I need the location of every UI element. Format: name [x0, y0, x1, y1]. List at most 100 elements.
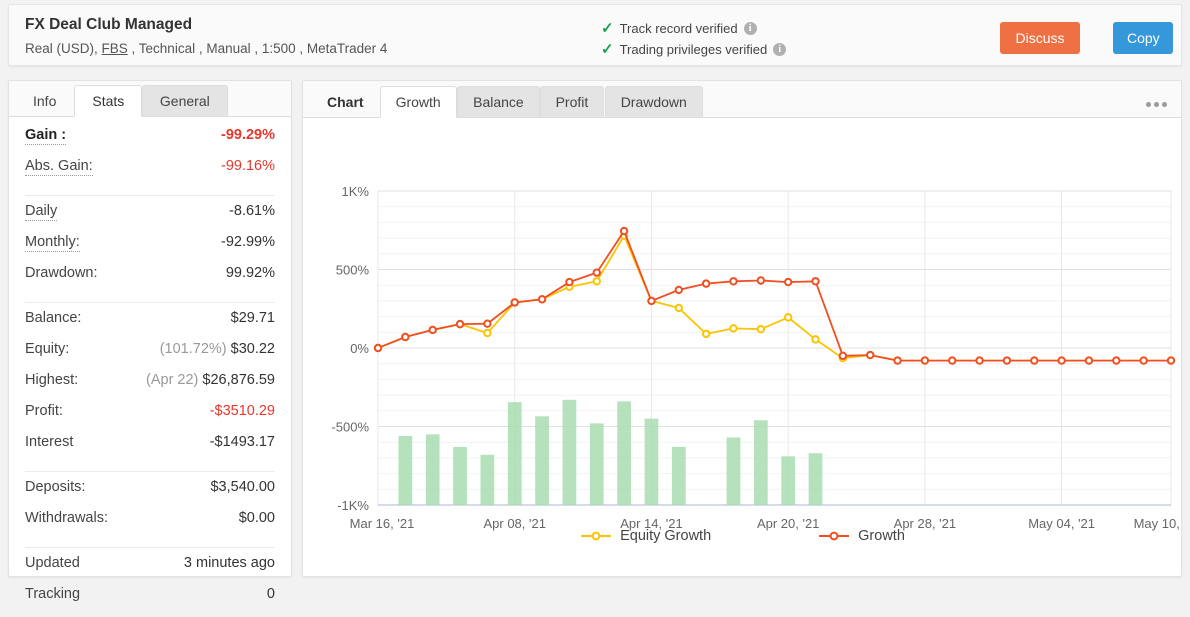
chart-point[interactable] — [647, 296, 656, 306]
stat-row: Highest: (Apr 22) $26,876.59 — [25, 372, 275, 403]
stat-row: Deposits: $3,540.00 — [25, 479, 275, 510]
legend-swatch-icon — [819, 531, 850, 541]
stats-tabs: Info Stats General — [9, 81, 291, 117]
chart-point[interactable] — [756, 276, 766, 285]
chart-point[interactable] — [1002, 356, 1012, 365]
track-record-verified-badge: ✓ Track record verified i — [601, 18, 786, 39]
chart-tab-drawdown[interactable]: Drawdown — [604, 86, 703, 118]
stat-row: Drawdown: 99.92% — [25, 265, 275, 296]
stat-value: $3,540.00 — [210, 479, 275, 495]
chart-point[interactable] — [1166, 356, 1176, 365]
stats-panel: Info Stats General Gain : -99.29% Abs. Gain:… — [8, 80, 292, 602]
chart-bar — [480, 454, 495, 505]
chart-point[interactable] — [783, 277, 793, 287]
stat-value-prefix: (Apr 22) — [146, 372, 203, 388]
chart-point[interactable] — [428, 325, 437, 335]
chart-point[interactable] — [701, 329, 711, 339]
stat-label[interactable]: Abs. Gain: — [25, 158, 93, 176]
stat-label[interactable]: Monthly: — [25, 234, 80, 252]
chart-point[interactable] — [619, 226, 629, 236]
chart-point[interactable] — [483, 328, 492, 338]
chart-bar — [507, 402, 522, 505]
chart-point[interactable] — [729, 277, 738, 286]
chart-point[interactable] — [893, 356, 902, 365]
chart-point[interactable] — [920, 356, 930, 365]
chart-point[interactable] — [866, 350, 875, 360]
stat-label: Updated — [25, 555, 80, 571]
chart-point[interactable] — [1057, 356, 1066, 365]
chart-point[interactable] — [1030, 356, 1039, 365]
chart-tabs: Chart Growth Balance Profit Drawdown — [303, 81, 1181, 118]
stat-label: Drawdown: — [25, 265, 98, 281]
stat-value: 0 — [266, 586, 275, 602]
divider — [25, 195, 275, 196]
chart-point[interactable] — [975, 356, 984, 365]
stats-tab-general[interactable]: General — [141, 85, 228, 117]
stat-label: Profit: — [25, 403, 63, 419]
stats-tab-stats[interactable]: Stats — [74, 85, 143, 117]
chart-point[interactable] — [701, 279, 711, 288]
chart-point[interactable] — [592, 268, 601, 277]
stat-value: -$1493.17 — [209, 434, 275, 450]
chart-tab-growth[interactable]: Growth — [379, 86, 457, 118]
info-icon[interactable]: i — [743, 22, 757, 35]
chart-bar — [453, 446, 467, 505]
legend-item-growth[interactable]: Growth — [819, 528, 905, 544]
stat-value-main: $30.22 — [230, 341, 275, 357]
divider — [25, 547, 275, 548]
stat-row: Monthly: -92.99% — [25, 234, 275, 265]
chart-point[interactable] — [783, 313, 793, 322]
chart-bar — [398, 435, 413, 505]
chart-point[interactable] — [811, 277, 820, 286]
chart-tab-chart[interactable]: Chart — [311, 86, 380, 118]
copy-button[interactable]: Copy — [1113, 22, 1173, 54]
chart-point[interactable] — [1112, 356, 1121, 365]
chart-point[interactable] — [373, 343, 383, 353]
chart-point[interactable] — [674, 303, 683, 313]
more-options-icon[interactable] — [1143, 94, 1167, 112]
stat-value: -99.29% — [220, 127, 275, 143]
chart-point[interactable] — [565, 277, 574, 287]
stat-value: (Apr 22) $26,876.59 — [146, 372, 275, 388]
chart-point[interactable] — [948, 356, 957, 365]
stat-value: 99.92% — [225, 265, 275, 281]
check-icon: ✓ — [601, 41, 614, 58]
info-icon[interactable]: i — [773, 43, 787, 56]
chart-point[interactable] — [756, 324, 766, 334]
broker-link[interactable]: FBS — [102, 41, 128, 56]
chart-bar — [781, 456, 796, 505]
stat-row: Profit: -$3510.29 — [25, 403, 275, 434]
chart-point[interactable] — [592, 277, 601, 286]
stat-value: (101.72%) $30.22 — [160, 341, 275, 357]
stat-row: Gain : -99.29% — [25, 127, 275, 158]
stat-label: Equity: — [25, 341, 70, 357]
stat-label: Interest — [25, 434, 74, 450]
stats-tab-info[interactable]: Info — [15, 85, 74, 117]
chart-point[interactable] — [455, 319, 465, 329]
stat-label: Tracking — [25, 586, 81, 602]
chart-panel: Chart Growth Balance Profit Drawdown 1K% 500%… — [302, 80, 1183, 577]
chart-point[interactable] — [838, 351, 848, 361]
chart-point[interactable] — [537, 295, 547, 304]
chart-point[interactable] — [811, 335, 820, 344]
legend-item-equity-growth[interactable]: Equity Growth — [581, 528, 711, 544]
chart-bar — [589, 423, 604, 505]
chart-point[interactable] — [729, 324, 738, 333]
chart-point[interactable] — [483, 319, 492, 328]
stat-label[interactable]: Daily — [25, 203, 58, 221]
discuss-button[interactable]: Discuss — [1000, 22, 1080, 54]
chart-point[interactable] — [401, 332, 410, 342]
stat-value: -8.61% — [229, 203, 275, 219]
chart-bar — [425, 434, 440, 505]
chart-point[interactable] — [1139, 356, 1148, 365]
account-meta-post: , Technical , Manual , 1:500 , MetaTrade… — [127, 41, 388, 56]
stat-row: Daily -8.61% — [25, 203, 275, 234]
chart-tab-profit[interactable]: Profit — [539, 86, 605, 118]
stat-value: $29.71 — [230, 310, 275, 326]
chart-point[interactable] — [674, 285, 683, 295]
stat-label[interactable]: Gain : — [25, 127, 67, 145]
chart-point[interactable] — [1084, 356, 1094, 365]
chart-tab-balance[interactable]: Balance — [457, 86, 540, 118]
chart-point[interactable] — [510, 298, 519, 307]
divider — [25, 471, 275, 472]
